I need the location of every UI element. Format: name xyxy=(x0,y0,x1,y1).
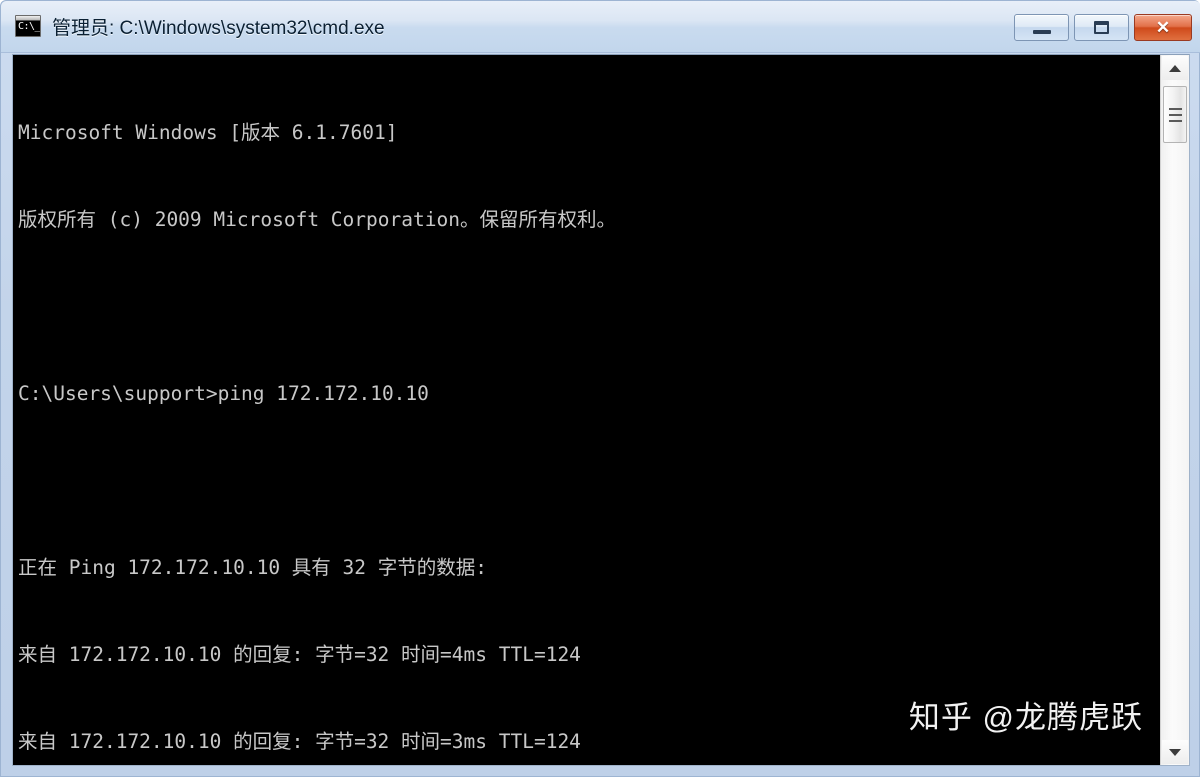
window-title: 管理员: C:\Windows\system32\cmd.exe xyxy=(52,17,385,39)
scroll-down-button[interactable] xyxy=(1162,740,1188,764)
zhihu-watermark: 知乎 @龙腾虎跃 xyxy=(908,700,1143,735)
vertical-scrollbar[interactable] xyxy=(1160,55,1189,765)
cmd-window: C:\_ 管理员: C:\Windows\system32\cmd.exe ✕ … xyxy=(0,0,1200,777)
scrollbar-grip-line xyxy=(1168,119,1182,122)
cmd-console-icon[interactable]: C:\_ xyxy=(15,15,41,37)
maximize-restore-button[interactable] xyxy=(1074,14,1129,41)
window-controls: ✕ xyxy=(1014,14,1192,41)
scroll-up-button[interactable] xyxy=(1162,56,1188,80)
minimize-icon xyxy=(1032,30,1051,34)
console-reply-line: 来自 172.172.10.10 的回复: 字节=32 时间=4ms TTL=1… xyxy=(18,643,581,666)
console-line: 版权所有 (c) 2009 Microsoft Corporation。保留所有… xyxy=(18,208,616,231)
close-icon: ✕ xyxy=(1155,18,1171,37)
chevron-down-icon xyxy=(1169,748,1181,756)
scrollbar-grip-line xyxy=(1168,107,1182,110)
restore-icon xyxy=(1093,20,1109,34)
console-command-line: C:\Users\support>ping 172.172.10.10 xyxy=(18,382,429,405)
console-line: Microsoft Windows [版本 6.1.7601] xyxy=(18,121,398,144)
title-bar[interactable]: C:\_ 管理员: C:\Windows\system32\cmd.exe ✕ xyxy=(1,1,1200,53)
scrollbar-thumb[interactable] xyxy=(1163,86,1187,143)
console-line: 正在 Ping 172.172.10.10 具有 32 字节的数据: xyxy=(18,556,487,579)
close-button[interactable]: ✕ xyxy=(1134,14,1192,41)
minimize-button[interactable] xyxy=(1014,14,1069,41)
console-output: Microsoft Windows [版本 6.1.7601] 版权所有 (c)… xyxy=(18,60,1148,765)
console-client-area[interactable]: Microsoft Windows [版本 6.1.7601] 版权所有 (c)… xyxy=(12,54,1190,766)
cmd-icon-prompt-glyph: C:\_ xyxy=(18,21,41,32)
title-bar-left: C:\_ 管理员: C:\Windows\system32\cmd.exe xyxy=(15,11,385,41)
chevron-up-icon xyxy=(1169,64,1181,72)
scrollbar-grip-line xyxy=(1168,113,1182,116)
